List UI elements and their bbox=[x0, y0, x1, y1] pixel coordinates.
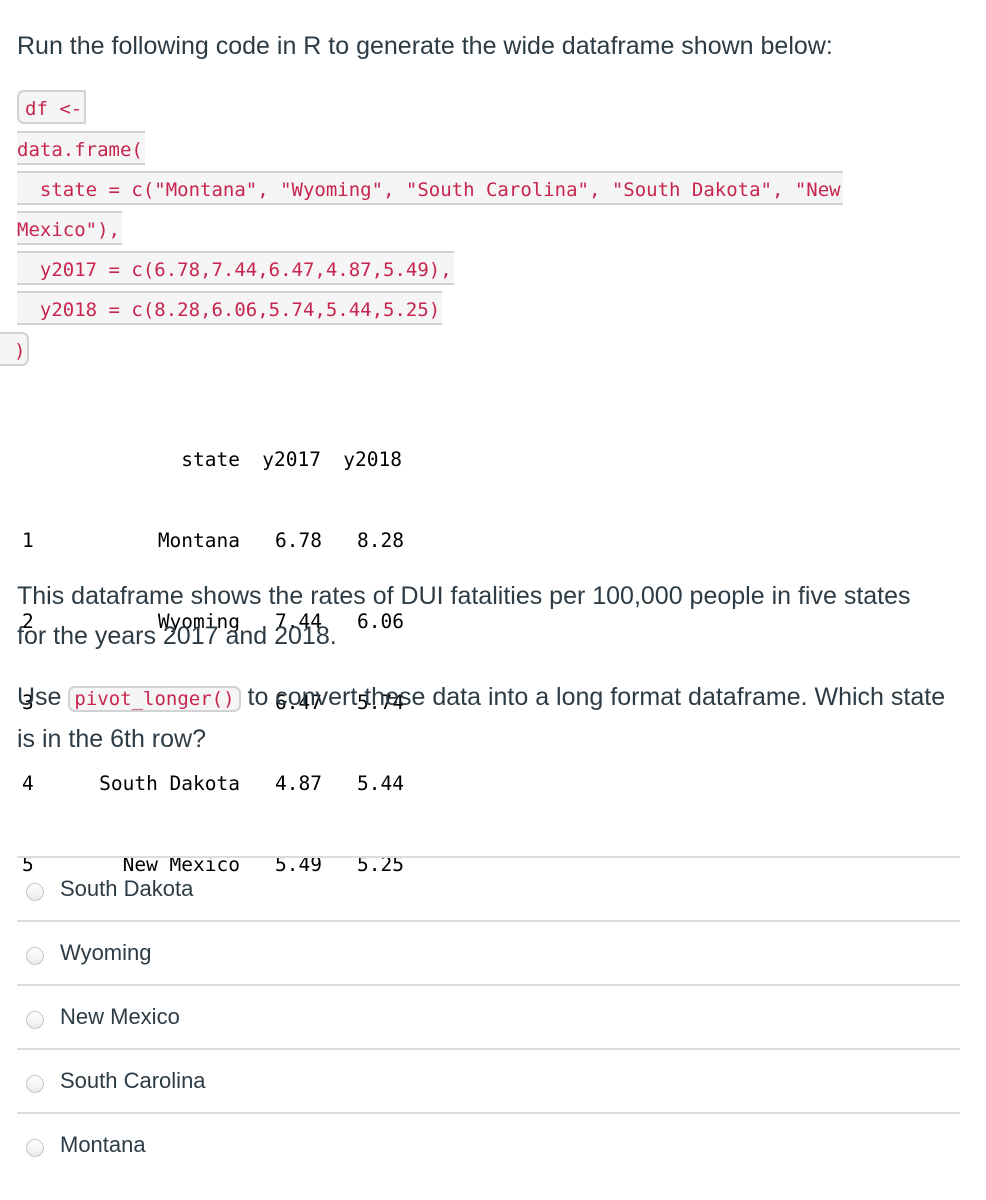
radio-button[interactable] bbox=[26, 1139, 44, 1157]
row-state: Montana bbox=[157, 529, 240, 552]
code-line: df <- bbox=[17, 90, 87, 124]
code-line: y2017 = c(6.78,7.44,6.47,4.87,5.49), bbox=[17, 251, 454, 285]
answer-option-montana[interactable]: Montana bbox=[17, 1112, 960, 1176]
header-state: state bbox=[181, 448, 240, 471]
code-line: y2018 = c(8.28,6.06,5.74,5.44,5.25) bbox=[17, 291, 443, 325]
output-header-row: state y2017 y2018 bbox=[22, 446, 404, 473]
row-index: 4 bbox=[22, 772, 34, 795]
row-y2018: 8.28 bbox=[357, 529, 404, 552]
row-y2017: 4.87 bbox=[275, 772, 322, 795]
answer-label: South Dakota bbox=[60, 876, 194, 901]
answer-label: South Carolina bbox=[60, 1068, 206, 1093]
answer-label: Wyoming bbox=[60, 940, 152, 965]
answer-label: Montana bbox=[60, 1132, 146, 1157]
answer-option-south-carolina[interactable]: South Carolina bbox=[17, 1048, 960, 1112]
inline-code-pivot-longer: pivot_longer() bbox=[68, 686, 241, 712]
radio-button[interactable] bbox=[26, 883, 44, 901]
radio-button[interactable] bbox=[26, 1075, 44, 1093]
question-intro: Run the following code in R to generate … bbox=[17, 32, 833, 60]
answer-option-south-dakota[interactable]: South Dakota bbox=[17, 856, 960, 920]
radio-button[interactable] bbox=[26, 1011, 44, 1029]
answer-option-new-mexico[interactable]: New Mexico bbox=[17, 984, 960, 1048]
radio-button[interactable] bbox=[26, 947, 44, 965]
code-line: state = c("Montana", "Wyoming", "South C… bbox=[17, 171, 843, 205]
code-line: Mexico"), bbox=[17, 211, 122, 245]
row-y2018: 5.44 bbox=[357, 772, 404, 795]
question-prompt: Use pivot_longer() to convert these data… bbox=[17, 677, 967, 759]
answer-option-wyoming[interactable]: Wyoming bbox=[17, 920, 960, 984]
code-line: ) bbox=[0, 332, 30, 366]
answer-label: New Mexico bbox=[60, 1004, 180, 1029]
header-y2017: y2017 bbox=[262, 448, 321, 471]
row-state: South Dakota bbox=[99, 772, 240, 795]
row-y2017: 6.78 bbox=[275, 529, 322, 552]
header-y2018: y2018 bbox=[343, 448, 402, 471]
code-line: data.frame( bbox=[17, 131, 145, 165]
answer-list: South Dakota Wyoming New Mexico South Ca… bbox=[17, 856, 960, 1176]
row-index: 1 bbox=[22, 529, 34, 552]
question-description: This dataframe shows the rates of DUI fa… bbox=[17, 582, 911, 650]
output-row: 1 Montana 6.78 8.28 bbox=[22, 527, 404, 554]
prompt-text-before: Use bbox=[17, 683, 69, 711]
output-row: 4 South Dakota 4.87 5.44 bbox=[22, 770, 404, 797]
